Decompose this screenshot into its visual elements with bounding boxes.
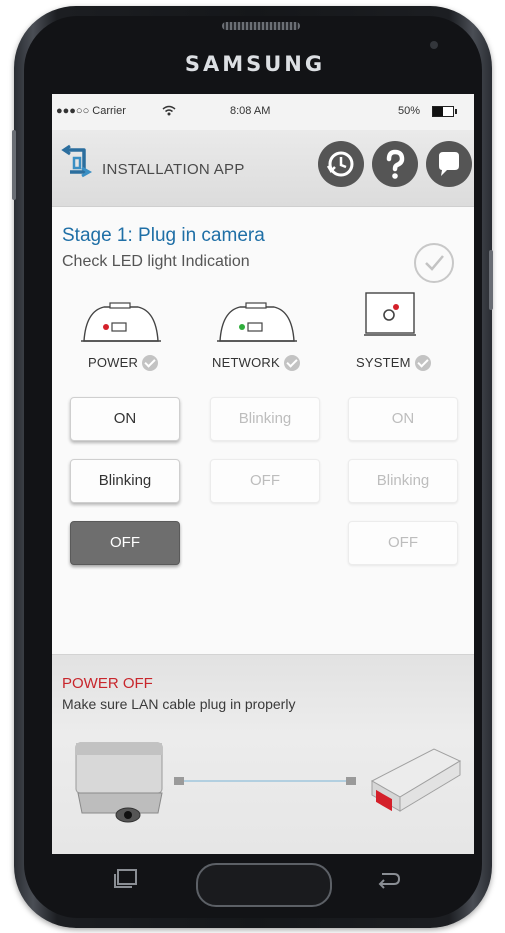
app-title: INSTALLATION APP xyxy=(102,161,245,178)
system-blinking-button[interactable]: Blinking xyxy=(348,459,458,503)
chat-icon xyxy=(439,152,459,176)
camera-device-icon xyxy=(217,302,297,342)
network-off-button[interactable]: OFF xyxy=(210,459,320,503)
check-icon xyxy=(414,355,431,371)
help-button[interactable] xyxy=(372,141,418,187)
system-off-button[interactable]: OFF xyxy=(348,521,458,565)
screen: ●●●○○ Carrier 8:08 AM 50% INSTALLATION A… xyxy=(52,94,474,854)
power-on-button[interactable]: ON xyxy=(70,397,180,441)
info-text: Make sure LAN cable plug in properly xyxy=(62,696,296,712)
system-label: SYSTEM xyxy=(356,355,431,371)
home-button[interactable] xyxy=(196,863,332,907)
volume-button xyxy=(12,130,16,200)
app-logo-icon xyxy=(61,144,93,178)
battery-icon xyxy=(432,106,457,117)
side-power-button xyxy=(489,250,493,310)
recent-apps-icon[interactable] xyxy=(112,868,140,890)
power-label: POWER xyxy=(88,355,159,371)
status-bar: ●●●○○ Carrier 8:08 AM 50% xyxy=(52,94,474,130)
camera-device-icon xyxy=(81,302,161,342)
app-header: INSTALLATION APP xyxy=(52,130,474,207)
network-label-text: NETWORK xyxy=(212,355,280,370)
lan-cable-icon xyxy=(174,777,356,785)
back-icon[interactable] xyxy=(374,868,402,890)
info-panel: POWER OFF Make sure LAN cable plug in pr… xyxy=(52,654,474,854)
network-blinking-button[interactable]: Blinking xyxy=(210,397,320,441)
power-label-text: POWER xyxy=(88,355,139,370)
wifi-icon xyxy=(162,105,176,116)
check-icon xyxy=(142,355,159,371)
clock: 8:08 AM xyxy=(230,105,271,117)
check-circle-icon[interactable] xyxy=(414,243,454,283)
network-label: NETWORK xyxy=(212,355,300,371)
system-label-text: SYSTEM xyxy=(356,355,411,370)
history-icon xyxy=(326,151,354,177)
battery-percent: 50% xyxy=(398,105,421,117)
front-camera xyxy=(430,41,438,49)
system-on-button[interactable]: ON xyxy=(348,397,458,441)
power-blinking-button[interactable]: Blinking xyxy=(70,459,180,503)
power-off-button[interactable]: OFF xyxy=(70,521,180,565)
history-button[interactable] xyxy=(318,141,364,187)
info-title: POWER OFF xyxy=(62,675,153,692)
carrier-label: ●●●○○ Carrier xyxy=(56,105,126,117)
checkmark-icon xyxy=(425,255,444,271)
chat-button[interactable] xyxy=(426,141,472,187)
stage-panel: Stage 1: Plug in camera Check LED light … xyxy=(52,207,474,654)
check-icon xyxy=(283,355,300,371)
camera-device-image xyxy=(75,742,163,823)
stage-subtitle: Check LED light Indication xyxy=(62,253,250,270)
camera-device-icon xyxy=(364,292,416,336)
brand-logo: SAMSUNG xyxy=(184,52,326,76)
poe-adapter-image xyxy=(370,748,462,812)
earpiece-speaker xyxy=(222,22,300,30)
help-icon xyxy=(386,149,405,179)
stage-title: Stage 1: Plug in camera xyxy=(62,225,265,246)
